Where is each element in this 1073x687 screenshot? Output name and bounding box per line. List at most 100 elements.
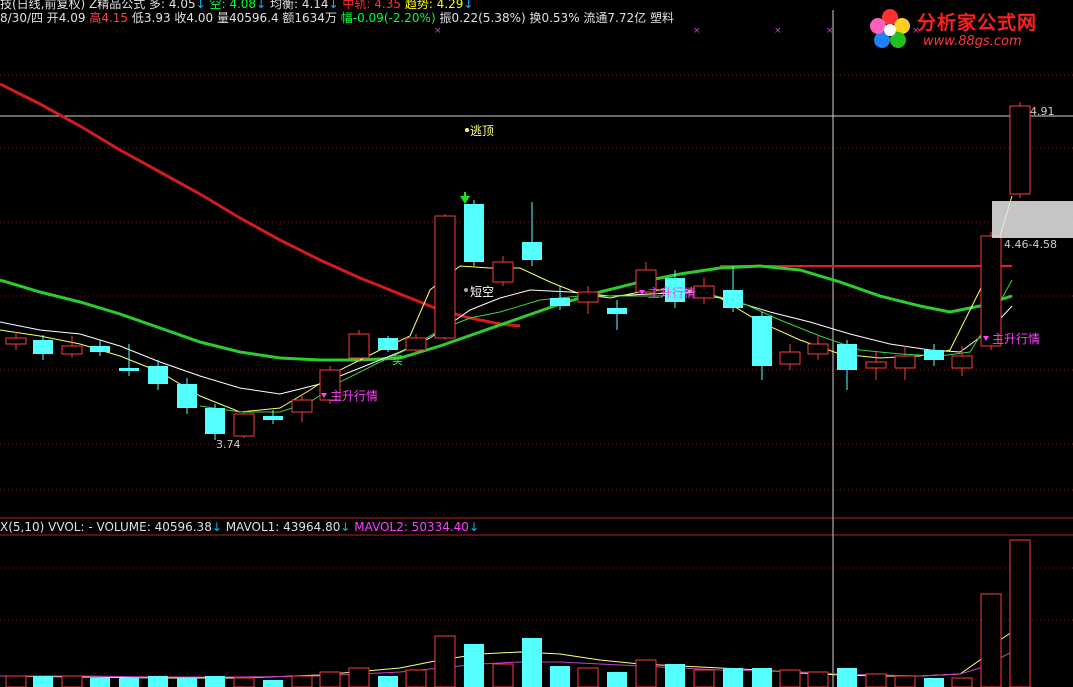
second_bar-segment: 振0.22(5.38%) 换0.53% 流通7.72亿 塑料 [435, 11, 674, 25]
top_bar-segment: 趋势: 4.29 [404, 0, 464, 11]
candle-body [837, 344, 857, 370]
escape-top-label: 逃顶 [470, 124, 495, 138]
flower-logo-icon [870, 9, 910, 48]
candle-body [148, 366, 168, 384]
main-rise-label-1: 主升行情 [330, 389, 379, 403]
green-arrow-icon [460, 196, 470, 204]
volume-bar [980, 593, 1002, 687]
volume-header: X(5,10) VVOL: - VOLUME: 40596.38 ↓ MAVOL1… [0, 520, 479, 534]
candle-body [90, 346, 110, 352]
candle-body [693, 285, 715, 299]
candle-body [291, 399, 313, 413]
volume-bar [119, 678, 139, 687]
main-rise-label-2: 主升行情 [648, 286, 697, 300]
top_bar-segment: 技(日线,前复权) Z精品公式 多: 4.05 [0, 0, 196, 11]
candle-body [924, 350, 944, 360]
candle-body [779, 351, 801, 365]
volume-bar [837, 668, 857, 687]
marker-x: × [434, 26, 442, 36]
volume-bar [951, 677, 973, 687]
candle-body [434, 215, 456, 339]
indicator-header: 技(日线,前复权) Z精品公式 多: 4.05↓ 空: 4.08↓ 均衡: 4.… [0, 0, 473, 11]
volume_bar-segment: ↓ [340, 520, 351, 534]
candle-body [752, 316, 772, 366]
candle-body [233, 413, 255, 437]
candle-body [348, 333, 370, 359]
candle-body [550, 298, 570, 306]
volume-bar [924, 678, 944, 687]
candle-body [177, 384, 197, 408]
volume-bar [522, 638, 542, 687]
volume-bar [434, 635, 456, 687]
watermark-url: www.88gs.com [923, 34, 1022, 49]
volume-bar [348, 667, 370, 687]
volume-bar [464, 644, 484, 687]
candle-body [263, 416, 283, 420]
top_bar-segment: ↓ [328, 0, 339, 11]
volume-bar [577, 667, 599, 687]
top_bar-segment: 空: 4.08 [205, 0, 257, 11]
price-range-box [992, 201, 1073, 238]
volume-bar [263, 680, 283, 687]
top_bar-segment: ↓ [195, 0, 206, 11]
second_bar-segment: 低3.93 收4.00 [128, 11, 217, 25]
candle-body [807, 343, 829, 355]
marker-x: × [693, 26, 701, 36]
marker-x: × [826, 26, 834, 36]
volume-bar [1009, 539, 1031, 687]
volume-bar [61, 675, 83, 687]
top_bar-segment: 均衡: 4.14 [266, 0, 329, 11]
volume-bar [894, 675, 916, 687]
top_bar-segment: 中轨: 4.35 [338, 0, 405, 11]
volume_bar-segment: ↓ [468, 520, 480, 534]
volume-bar [665, 664, 685, 687]
volume-bar [291, 675, 313, 687]
volume-bar [405, 669, 427, 687]
second_bar-segment: 高4.15 [89, 11, 129, 25]
candle-body [951, 355, 973, 369]
volume-bar [33, 676, 53, 687]
kline-chart[interactable]: × × × × × [0, 0, 1073, 687]
volume-bar [607, 672, 627, 687]
volume-bar [90, 678, 110, 687]
volume-bar [635, 659, 657, 687]
volume_bar-segment: MAVOL1: 43964.80 [221, 520, 341, 534]
volume_bar-segment: MAVOL2: 50334.40 [350, 520, 469, 534]
main-rise-label-3: 主升行情 [992, 332, 1041, 346]
volume-bar [807, 671, 829, 687]
candle-body [1009, 105, 1031, 195]
candle-body [522, 242, 542, 260]
volume-bar [492, 663, 514, 687]
escape-dot-icon [465, 128, 469, 132]
candle-body [119, 368, 139, 371]
candle-body [378, 338, 398, 350]
candles [5, 102, 1031, 440]
candle-body [405, 337, 427, 351]
candle-body [61, 345, 83, 355]
volume-bar [752, 668, 772, 687]
candle-body [865, 361, 887, 369]
volume-bar [177, 678, 197, 687]
range-price-label: 4.46-4.58 [1004, 238, 1057, 251]
candle-body [5, 337, 27, 345]
second_bar-segment: 幅-0.09(-2.20%) [340, 11, 436, 25]
quote-info-bar: 8/30/四 开4.09 高4.15 低3.93 收4.00 量40596.4 … [0, 11, 674, 25]
volume_bar-segment: X(5,10) VVOL: - VOLUME: 40596.38 [0, 520, 212, 534]
volume-bar [693, 669, 715, 687]
candle-body [607, 308, 627, 314]
watermark-title: 分析家公式网 [917, 12, 1038, 34]
second_bar-segment: 8/30/四 开4.09 [0, 11, 90, 25]
candle-body [894, 355, 916, 369]
top_bar-segment: ↓ [256, 0, 267, 11]
candle-body [723, 290, 743, 308]
volume-bar [865, 673, 887, 687]
marker-x: × [774, 26, 782, 36]
candle-body [464, 204, 484, 262]
volume-bar [723, 668, 743, 687]
candle-body [33, 340, 53, 354]
volume-bar [779, 669, 801, 687]
second_bar-segment: 量40596.4 额1634万 [216, 11, 341, 25]
candle-body [577, 291, 599, 303]
volume-bar [5, 675, 27, 687]
volume-bar [378, 676, 398, 687]
